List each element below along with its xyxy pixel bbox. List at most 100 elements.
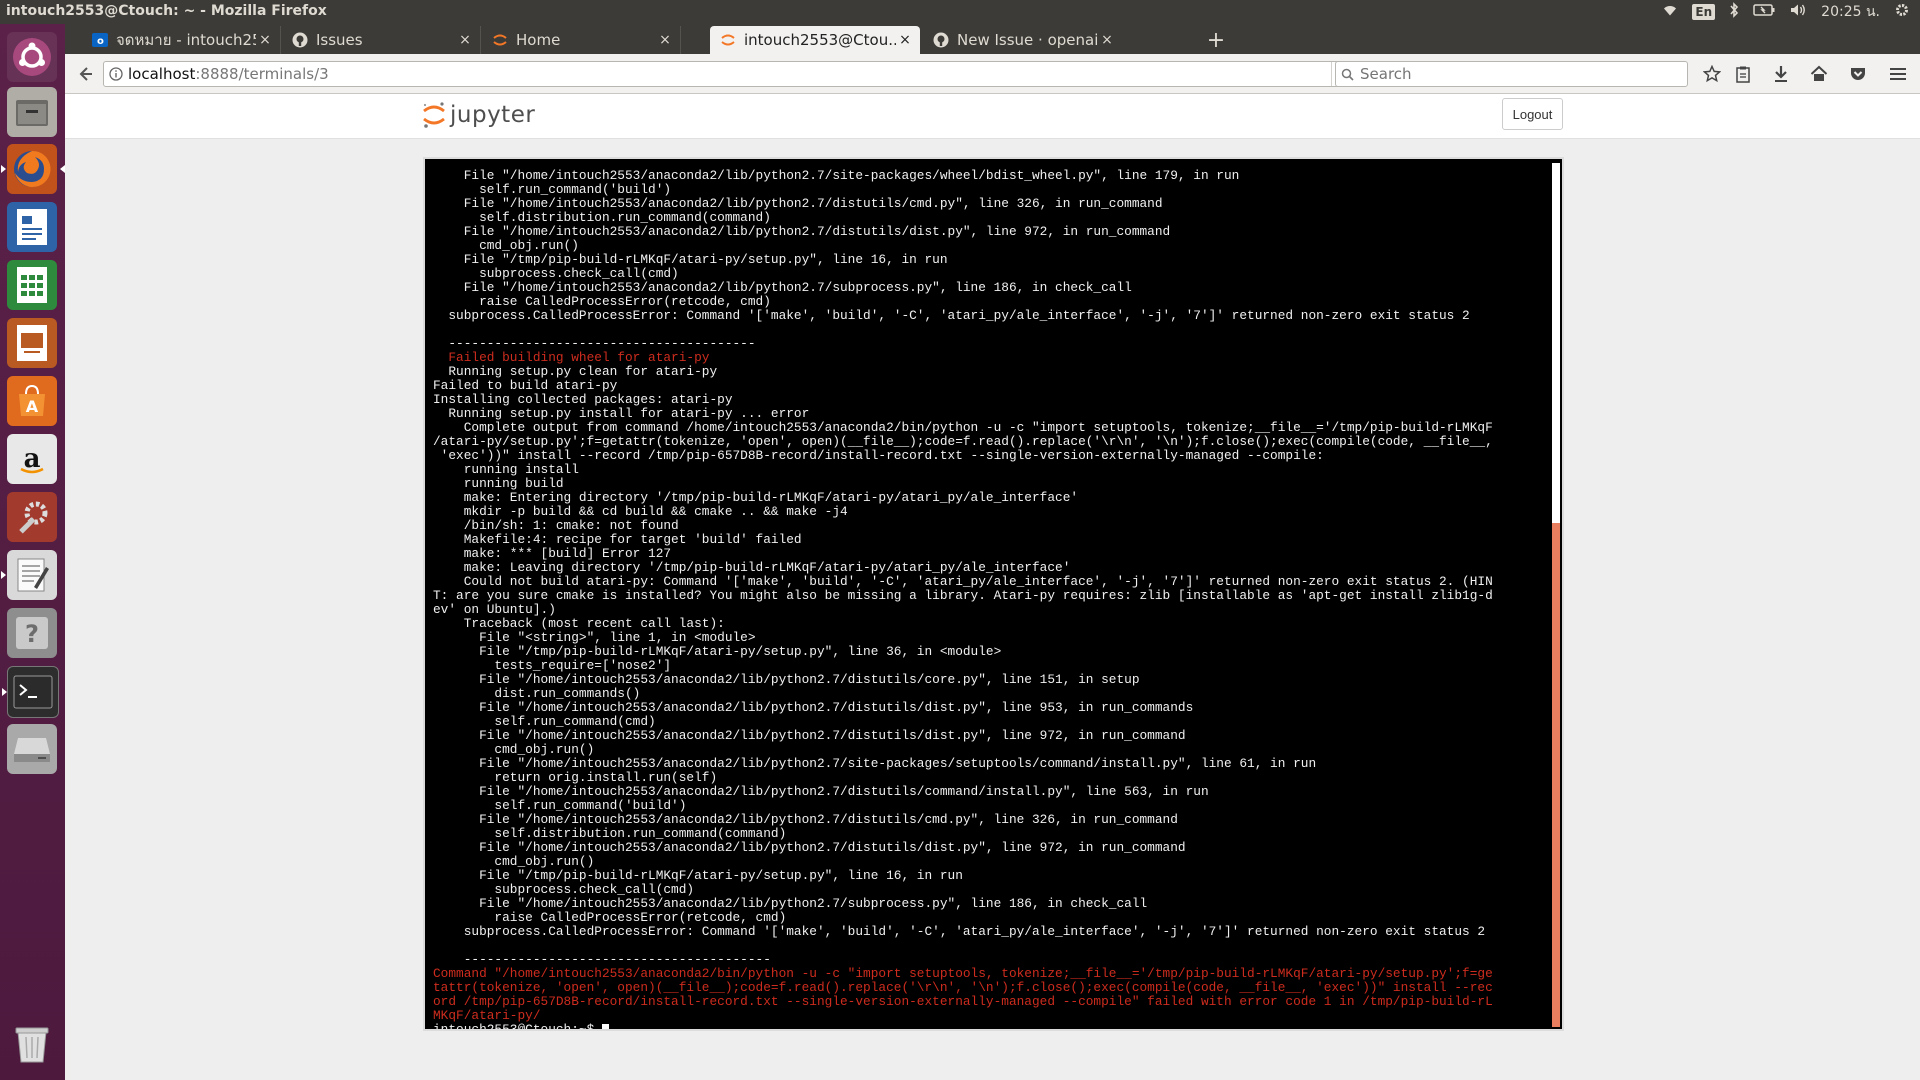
launcher-writer[interactable] (7, 202, 57, 252)
wifi-icon[interactable] (1662, 3, 1678, 21)
tab-label: intouch2553@Ctou... (744, 31, 896, 49)
terminal-line: self.distribution.run_command(command) (433, 827, 787, 841)
pocket-icon (1851, 68, 1865, 80)
system-gear-icon[interactable] (1894, 2, 1910, 22)
terminal-line: subprocess.CalledProcessError: Command '… (433, 309, 1470, 323)
svg-text:?: ? (25, 620, 39, 648)
back-button[interactable] (71, 60, 99, 88)
tab-close-icon[interactable]: × (896, 32, 914, 48)
terminal-line: /atari-py/setup.py';f=getattr(tokenize, … (433, 435, 1493, 449)
terminal-line: File "/home/intouch2553/anaconda2/lib/py… (433, 897, 1148, 911)
svg-text:A: A (26, 397, 39, 416)
terminal-line: raise CalledProcessError(retcode, cmd) (433, 911, 787, 925)
terminal-line: File "/tmp/pip-build-rLMKqF/atari-py/set… (433, 869, 963, 883)
tab-close-icon[interactable]: × (1098, 32, 1116, 48)
terminal-scrollbar-thumb[interactable] (1552, 523, 1560, 1027)
clock[interactable]: 20:25 น. (1821, 1, 1880, 23)
launcher-firefox[interactable] (1, 144, 65, 194)
download-arrow-icon (1775, 66, 1787, 82)
tab-new-issue[interactable]: New Issue · openai/... × (923, 26, 1122, 54)
launcher-drive[interactable] (7, 724, 57, 774)
launcher-files[interactable] (7, 87, 57, 137)
libreoffice-writer-icon (17, 209, 47, 245)
battery-icon[interactable] (1753, 4, 1775, 20)
terminal-line: subprocess.check_call(cmd) (433, 267, 679, 281)
terminal-line: File "<string>", line 1, in <module> (433, 631, 756, 645)
tab-close-icon[interactable]: × (456, 32, 474, 48)
pocket-button[interactable] (1843, 60, 1873, 88)
search-bar[interactable] (1335, 61, 1688, 87)
bookmarks-library-button[interactable] (1728, 60, 1758, 88)
terminal-prompt-line[interactable]: intouch2553@Ctouch:~$ (433, 1023, 1553, 1029)
terminal-line: File "/home/intouch2553/anaconda2/lib/py… (433, 197, 1163, 211)
amazon-icon: a (20, 444, 44, 474)
terminal-line: Command "/home/intouch2553/anaconda2/bin… (433, 967, 1493, 981)
menu-button[interactable] (1883, 60, 1913, 88)
terminal-window[interactable]: File "/home/intouch2553/anaconda2/lib/py… (423, 157, 1564, 1031)
unity-launcher: A a ? (0, 24, 65, 1080)
terminal-line: Installing collected packages: atari-py (433, 393, 733, 407)
terminal-cursor (601, 1024, 609, 1029)
tab-close-icon[interactable]: × (256, 32, 274, 48)
tab-label: New Issue · openai/... (957, 31, 1098, 49)
trash-icon (15, 1027, 49, 1063)
launcher-calc[interactable] (7, 260, 57, 310)
system-top-bar: intouch2553@Ctouch: ~ - Mozilla Firefox … (0, 0, 1920, 24)
launcher-help[interactable]: ? (7, 608, 57, 658)
tab-outlook-mail[interactable]: o จดหมาย - intouch25... × (82, 26, 281, 54)
disk-drive-icon (14, 738, 50, 762)
hamburger-menu-icon (1890, 68, 1906, 80)
launcher-software-center[interactable]: A (7, 376, 57, 426)
terminal-scrollbar[interactable] (1552, 163, 1560, 1027)
launcher-terminal[interactable] (2, 666, 59, 718)
bookmark-star-button[interactable] (1697, 60, 1727, 88)
terminal-line: File "/tmp/pip-build-rLMKqF/atari-py/set… (433, 253, 948, 267)
terminal-line: File "/home/intouch2553/anaconda2/lib/py… (433, 785, 1209, 799)
terminal-line: File "/home/intouch2553/anaconda2/lib/py… (433, 841, 1186, 855)
terminal-line: /bin/sh: 1: cmake: not found (433, 519, 679, 533)
terminal-line: running install (433, 463, 579, 477)
launcher-amazon[interactable]: a (7, 434, 57, 484)
terminal-line: cmd_obj.run() (433, 239, 579, 253)
new-tab-button[interactable]: + (1203, 26, 1229, 54)
jupyter-logo-text: jupyter (450, 102, 536, 128)
launcher-dash-button[interactable] (7, 32, 57, 82)
terminal-line: tattr(tokenize, 'open', open)(__file__);… (433, 981, 1493, 995)
bluetooth-icon[interactable] (1729, 2, 1739, 22)
jupyter-logo[interactable]: jupyter (422, 100, 535, 130)
terminal-output: File "/home/intouch2553/anaconda2/lib/py… (433, 169, 1553, 1029)
terminal-line: make: *** [build] Error 127 (433, 547, 672, 561)
tab-jupyter-home[interactable]: Home × (482, 26, 681, 54)
terminal-line: Complete output from command /home/intou… (433, 421, 1493, 435)
terminal-line: self.distribution.run_command(command) (433, 211, 771, 225)
launcher-impress[interactable] (7, 318, 57, 368)
logout-button[interactable]: Logout (1502, 98, 1563, 130)
volume-icon[interactable] (1789, 3, 1807, 21)
terminal-line: Traceback (most recent call last): (433, 617, 725, 631)
home-button[interactable] (1804, 60, 1834, 88)
keyboard-language-indicator[interactable]: En (1692, 4, 1716, 20)
url-path: :8888/terminals/3 (195, 65, 329, 83)
github-icon (933, 32, 949, 48)
search-input[interactable] (1358, 64, 1662, 84)
terminal-line: File "/home/intouch2553/anaconda2/lib/py… (433, 673, 1140, 687)
home-icon (1810, 65, 1828, 81)
launcher-trash[interactable] (7, 1019, 57, 1069)
launcher-system-settings[interactable] (7, 492, 57, 542)
terminal-line: raise CalledProcessError(retcode, cmd) (433, 295, 771, 309)
page-content: jupyter Logout File "/home/intouch2553/a… (65, 94, 1920, 1080)
launcher-text-editor[interactable] (1, 550, 57, 600)
downloads-button[interactable] (1766, 60, 1796, 88)
tab-close-icon[interactable]: × (656, 32, 674, 48)
libreoffice-calc-icon (17, 267, 47, 303)
terminal-line: ord /tmp/pip-657D8B-record/install-recor… (433, 995, 1493, 1009)
software-center-icon: A (19, 384, 45, 416)
file-manager-icon (16, 100, 48, 126)
url-bar[interactable]: localhost:8888/terminals/3 (103, 61, 1361, 87)
site-info-icon[interactable] (104, 62, 128, 86)
tab-jupyter-terminal[interactable]: intouch2553@Ctou... × (710, 26, 920, 54)
github-icon (292, 32, 308, 48)
tab-issues[interactable]: Issues × (282, 26, 481, 54)
tab-label: Issues (316, 31, 363, 49)
terminal-line: cmd_obj.run() (433, 855, 595, 869)
